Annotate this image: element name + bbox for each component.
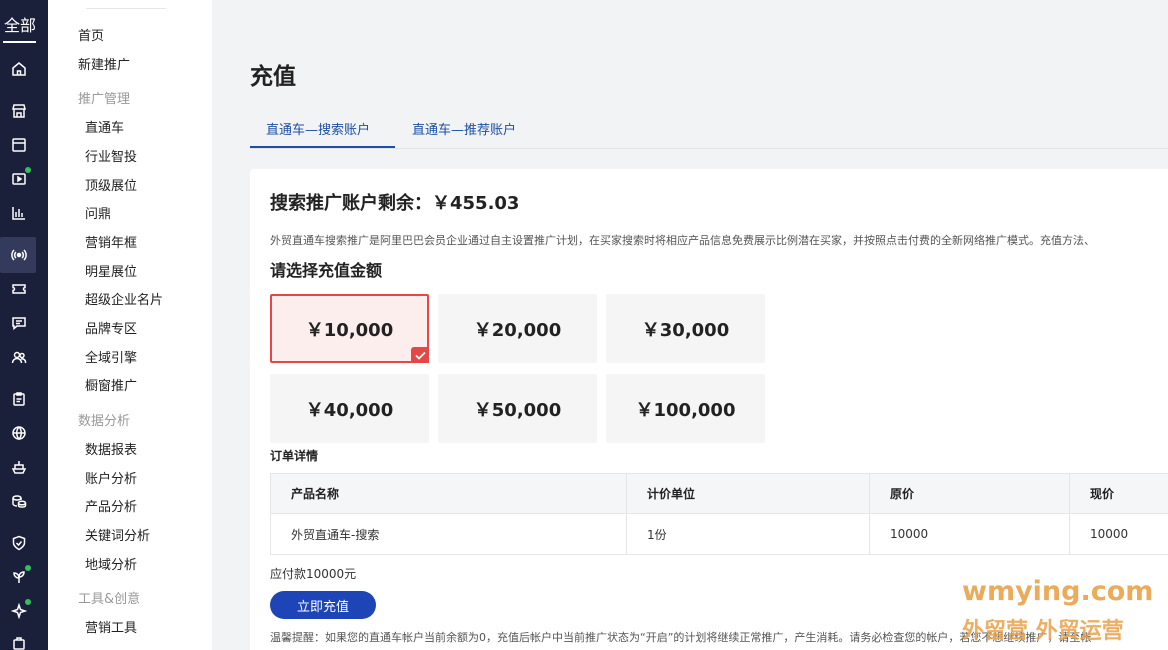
amount-option-10000[interactable]: ￥10,000 [270,294,429,363]
home-icon[interactable] [9,59,29,79]
cell-current-price: 10000 [1090,527,1129,541]
active-tab-indicator [250,146,395,148]
amount-label: ￥10,000 [305,319,394,341]
tab-search-account[interactable]: 直通车—搜索账户 [266,119,370,138]
watermark-text: 外留营 外贸运营 [962,619,1124,644]
order-details-label: 订单详情 [270,449,319,463]
account-balance: 搜索推广账户剩余：￥455.03 [270,193,520,214]
check-icon [411,347,429,363]
side-menu: 首页 新建推广 推广管理 直通车 行业智投 顶级展位 问鼎 营销年框 明星展位 … [48,0,212,650]
table-row: 外贸直通车-搜索 1份 10000 10000 [271,514,1168,554]
shield-icon[interactable] [9,533,29,553]
col-header-product: 产品名称 [271,474,627,513]
payable-amount: 应付款10000元 [270,567,357,581]
order-table: 产品名称 计价单位 原价 现价 外贸直通车-搜索 1份 10000 10000 [270,473,1168,555]
menu-group-tools: 工具&创意 [78,592,141,607]
menu-item-reports[interactable]: 数据报表 [85,439,137,458]
menu-item-home[interactable]: 首页 [78,25,104,44]
watermark-domain: wmying.com [962,576,1154,607]
col-header-current-price: 现价 [1090,487,1115,501]
amount-label: ￥100,000 [635,399,736,421]
amount-option-100000[interactable]: ￥100,000 [606,374,765,443]
menu-item-wending[interactable]: 问鼎 [85,203,111,222]
amount-option-30000[interactable]: ￥30,000 [606,294,765,363]
amount-option-50000[interactable]: ￥50,000 [438,374,597,443]
amount-option-40000[interactable]: ￥40,000 [270,374,429,443]
amount-label: ￥50,000 [473,399,562,421]
cell-product: 外贸直通车-搜索 [271,514,627,554]
menu-item-marketing-tools[interactable]: 营销工具 [85,617,137,636]
menu-item-ztc[interactable]: 直通车 [85,117,124,136]
menu-item-new-promo[interactable]: 新建推广 [78,54,130,73]
menu-item-brand-zone[interactable]: 品牌专区 [85,318,137,337]
menu-divider [86,8,166,9]
coins-icon[interactable] [9,491,29,511]
ticket-icon[interactable] [9,279,29,299]
video-badge-dot [25,167,31,173]
menu-item-super-card[interactable]: 超级企业名片 [85,289,163,308]
menu-group-promo: 推广管理 [78,92,131,107]
all-underline [3,41,36,43]
icon-rail: 全部 [0,0,48,650]
box-icon[interactable] [9,135,29,155]
tab-recommend-account[interactable]: 直通车—推荐账户 [412,119,516,138]
menu-item-region-analysis[interactable]: 地域分析 [85,554,137,573]
promo-description: 外贸直通车搜索推广是阿里巴巴会员企业通过自主设置推广计划，在买家搜索时将相应产品… [270,234,1095,247]
clipboard-icon[interactable] [9,389,29,409]
sprout-badge-dot [25,565,31,571]
menu-item-top-booth[interactable]: 顶级展位 [85,175,137,194]
table-header-row: 产品名称 计价单位 原价 现价 [271,474,1168,514]
menu-item-industry[interactable]: 行业智投 [85,146,137,165]
recharge-now-button[interactable]: 立即充值 [270,591,376,619]
menu-item-global-engine[interactable]: 全域引擎 [85,347,137,366]
menu-item-showcase[interactable]: 橱窗推广 [85,375,137,394]
menu-item-account-analysis[interactable]: 账户分析 [85,468,137,487]
sparkle-badge-dot [25,599,31,605]
page-title: 充值 [250,64,296,90]
menu-item-product-analysis[interactable]: 产品分析 [85,496,137,515]
cell-original-price: 10000 [870,514,1070,554]
ship-icon[interactable] [9,457,29,477]
all-menu-label[interactable]: 全部 [0,12,40,36]
choose-amount-label: 请选择充值金额 [270,261,383,280]
menu-group-data: 数据分析 [78,414,131,429]
globe-icon[interactable] [9,423,29,443]
store-icon[interactable] [9,101,29,121]
amount-label: ￥40,000 [305,399,394,421]
bar-chart-icon[interactable] [9,203,29,223]
amount-label: ￥30,000 [641,319,730,341]
bag-icon[interactable] [9,633,29,650]
menu-item-annual[interactable]: 营销年框 [85,232,137,251]
cell-unit: 1份 [627,514,870,554]
menu-item-star-booth[interactable]: 明星展位 [85,261,137,280]
amount-label: ￥20,000 [473,319,562,341]
menu-item-keyword-analysis[interactable]: 关键词分析 [85,525,150,544]
broadcast-icon[interactable] [9,245,29,265]
message-icon[interactable] [9,313,29,333]
amount-option-20000[interactable]: ￥20,000 [438,294,597,363]
users-icon[interactable] [9,347,29,367]
col-header-original-price: 原价 [870,474,1070,513]
col-header-unit: 计价单位 [627,474,870,513]
tabs-divider [250,148,1168,149]
